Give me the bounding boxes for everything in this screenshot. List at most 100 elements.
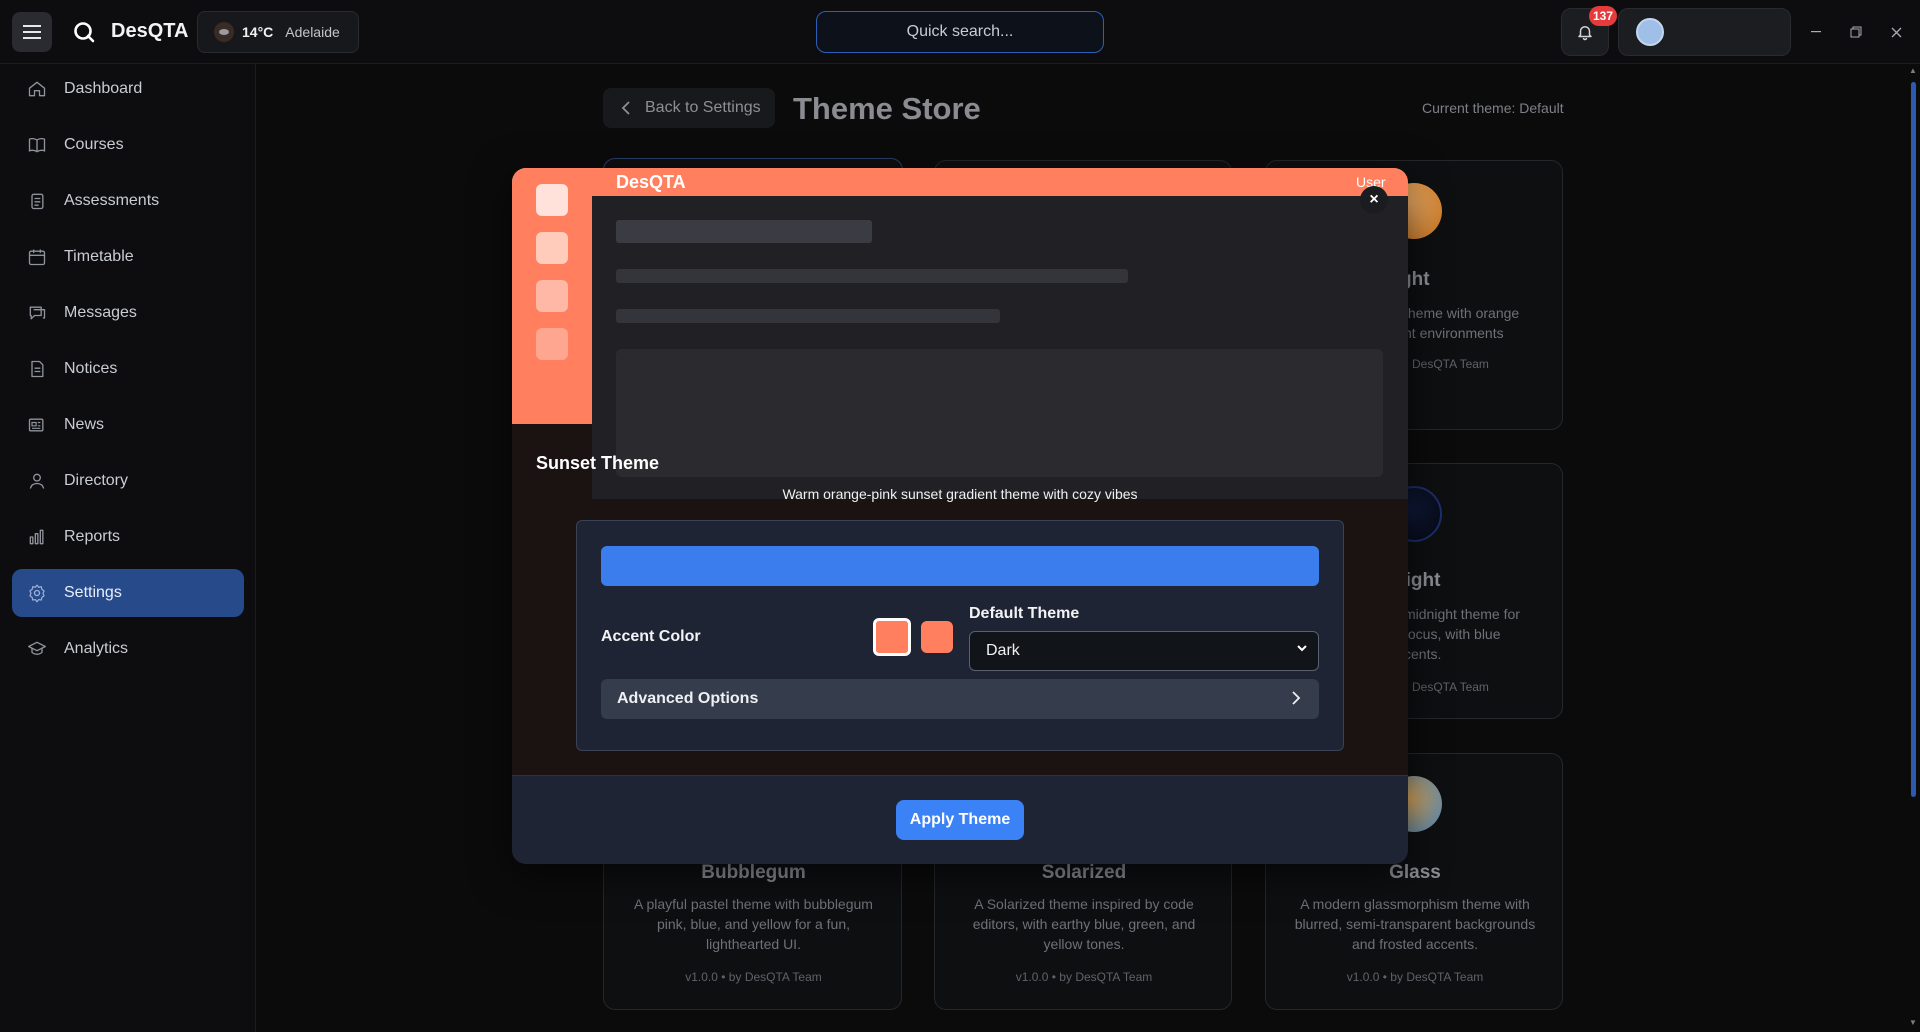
- user-icon: [26, 470, 48, 492]
- newspaper-icon: [26, 414, 48, 436]
- home-icon: [26, 78, 48, 100]
- accent-color-label: Accent Color: [601, 628, 701, 645]
- document-icon: [26, 358, 48, 380]
- theme-description: focus, with blue: [1404, 626, 1501, 642]
- sidebar-item-analytics[interactable]: Analytics: [12, 625, 244, 673]
- sidebar-item-settings[interactable]: Settings: [12, 569, 244, 617]
- calendar-icon: [26, 246, 48, 268]
- search-input[interactable]: Quick search...: [816, 11, 1104, 53]
- sidebar-item-label: Settings: [64, 584, 122, 601]
- scroll-up-icon[interactable]: ▲: [1909, 66, 1917, 75]
- sidebar-item-dashboard[interactable]: Dashboard: [12, 65, 244, 113]
- theme-meta: v1.0.0 • by DesQTA Team: [685, 970, 822, 984]
- accent-swatch[interactable]: [921, 621, 953, 653]
- theme-preview: DesQTA User × Sunset Theme Warm orange-p…: [512, 168, 1408, 775]
- sidebar-item-label: Courses: [64, 136, 124, 153]
- advanced-options-toggle[interactable]: Advanced Options: [601, 679, 1319, 719]
- scrollbar[interactable]: [1911, 82, 1916, 797]
- bar-chart-icon: [26, 526, 48, 548]
- preview-placeholder-block: [616, 349, 1383, 477]
- theme-description: midnight theme for: [1404, 606, 1520, 622]
- theme-settings-panel: Accent Color Default Theme Dark Advanced…: [576, 520, 1344, 751]
- preview-placeholder-bar: [616, 220, 872, 243]
- page-title: Theme Store: [793, 91, 981, 126]
- preview-placeholder-bar: [616, 309, 1000, 323]
- advanced-options-label: Advanced Options: [617, 690, 759, 707]
- sidebar-item-label: Assessments: [64, 192, 160, 209]
- sidebar-item-label: Messages: [64, 304, 137, 321]
- weather-location: Adelaide: [285, 24, 340, 40]
- weather-widget[interactable]: 14°C Adelaide: [197, 11, 359, 53]
- scroll-down-icon[interactable]: ▼: [1909, 1018, 1917, 1027]
- sidebar-item-label: Notices: [64, 360, 118, 377]
- chat-icon: [26, 302, 48, 324]
- sidebar-item-label: News: [64, 416, 105, 433]
- sidebar-item-label: Timetable: [64, 248, 134, 265]
- sidebar-item-label: Dashboard: [64, 80, 143, 97]
- sidebar: Dashboard Courses Assessments Timetable …: [0, 64, 256, 1032]
- back-label: Back to Settings: [645, 99, 761, 116]
- book-icon: [26, 134, 48, 156]
- theme-preview-modal: DesQTA User × Sunset Theme Warm orange-p…: [512, 168, 1408, 864]
- clipboard-icon: [26, 190, 48, 212]
- preview-brand: DesQTA: [616, 172, 686, 192]
- chevron-down-icon: [1297, 645, 1307, 652]
- close-window-icon[interactable]: [1886, 22, 1906, 42]
- theme-description: A modern glassmorphism theme with blurre…: [1294, 896, 1536, 952]
- theme-meta: v1.0.0 • by DesQTA Team: [1346, 970, 1484, 984]
- sidebar-item-reports[interactable]: Reports: [12, 513, 244, 561]
- default-theme-select[interactable]: Dark: [969, 631, 1319, 671]
- theme-description: A playful pastel theme with bubblegum pi…: [634, 896, 873, 952]
- back-to-settings-button[interactable]: Back to Settings: [603, 88, 775, 128]
- current-theme-label: Current theme: Default: [1422, 100, 1564, 116]
- theme-name: Sunset Theme: [536, 453, 660, 473]
- theme-description: Warm orange-pink sunset gradient theme w…: [782, 486, 1138, 502]
- top-bar: DesQTA 14°C Adelaide Quick search... 137: [0, 0, 1920, 64]
- accent-swatch-selected[interactable]: [873, 618, 911, 656]
- sidebar-item-label: Directory: [64, 472, 129, 489]
- theme-description: ht environments: [1404, 325, 1504, 341]
- sidebar-item-messages[interactable]: Messages: [12, 289, 244, 337]
- sidebar-item-courses[interactable]: Courses: [12, 121, 244, 169]
- theme-description: theme with orange: [1404, 305, 1520, 321]
- default-theme-value: Dark: [986, 642, 1020, 659]
- preview-nav-square: [536, 232, 568, 264]
- cloud-icon: [214, 22, 234, 42]
- modal-footer: Apply Theme: [512, 775, 1408, 864]
- primary-color-bar: [601, 546, 1319, 586]
- theme-title: Bubblegum: [701, 862, 806, 883]
- sidebar-item-label: Analytics: [64, 640, 129, 657]
- graduation-cap-icon: [26, 638, 48, 660]
- theme-title: Solarized: [1041, 862, 1127, 883]
- bell-icon: [1578, 26, 1592, 41]
- default-theme-label: Default Theme: [969, 605, 1080, 622]
- sidebar-item-notices[interactable]: Notices: [12, 345, 244, 393]
- menu-button[interactable]: [12, 12, 52, 52]
- apply-theme-button[interactable]: Apply Theme: [896, 800, 1024, 840]
- notification-badge: 137: [1589, 6, 1618, 26]
- preview-nav-square: [536, 328, 568, 360]
- sidebar-item-assessments[interactable]: Assessments: [12, 177, 244, 225]
- close-icon[interactable]: ×: [1360, 186, 1388, 214]
- chevron-left-icon: [621, 101, 630, 115]
- preview-placeholder-bar: [616, 269, 1128, 283]
- sidebar-item-news[interactable]: News: [12, 401, 244, 449]
- avatar: [1636, 18, 1664, 46]
- theme-meta: DesQTA Team: [1412, 680, 1489, 694]
- app-logo-icon: [74, 22, 95, 43]
- minimize-icon[interactable]: [1806, 22, 1826, 42]
- sidebar-item-label: Reports: [64, 528, 121, 545]
- sidebar-item-directory[interactable]: Directory: [12, 457, 244, 505]
- theme-meta: v1.0.0 • by DesQTA Team: [1015, 970, 1153, 984]
- weather-temperature: 14°C: [242, 24, 274, 40]
- app-name: DesQTA: [111, 20, 189, 42]
- theme-description: A Solarized theme inspired by code edito…: [972, 896, 1196, 952]
- preview-nav-square: [536, 280, 568, 312]
- sidebar-item-timetable[interactable]: Timetable: [12, 233, 244, 281]
- preview-nav-square: [536, 184, 568, 216]
- hamburger-icon: [23, 25, 41, 39]
- restore-icon[interactable]: [1846, 22, 1866, 42]
- theme-title: Glass: [1389, 862, 1441, 883]
- gear-icon: [26, 582, 48, 604]
- chevron-right-icon: [1292, 691, 1301, 705]
